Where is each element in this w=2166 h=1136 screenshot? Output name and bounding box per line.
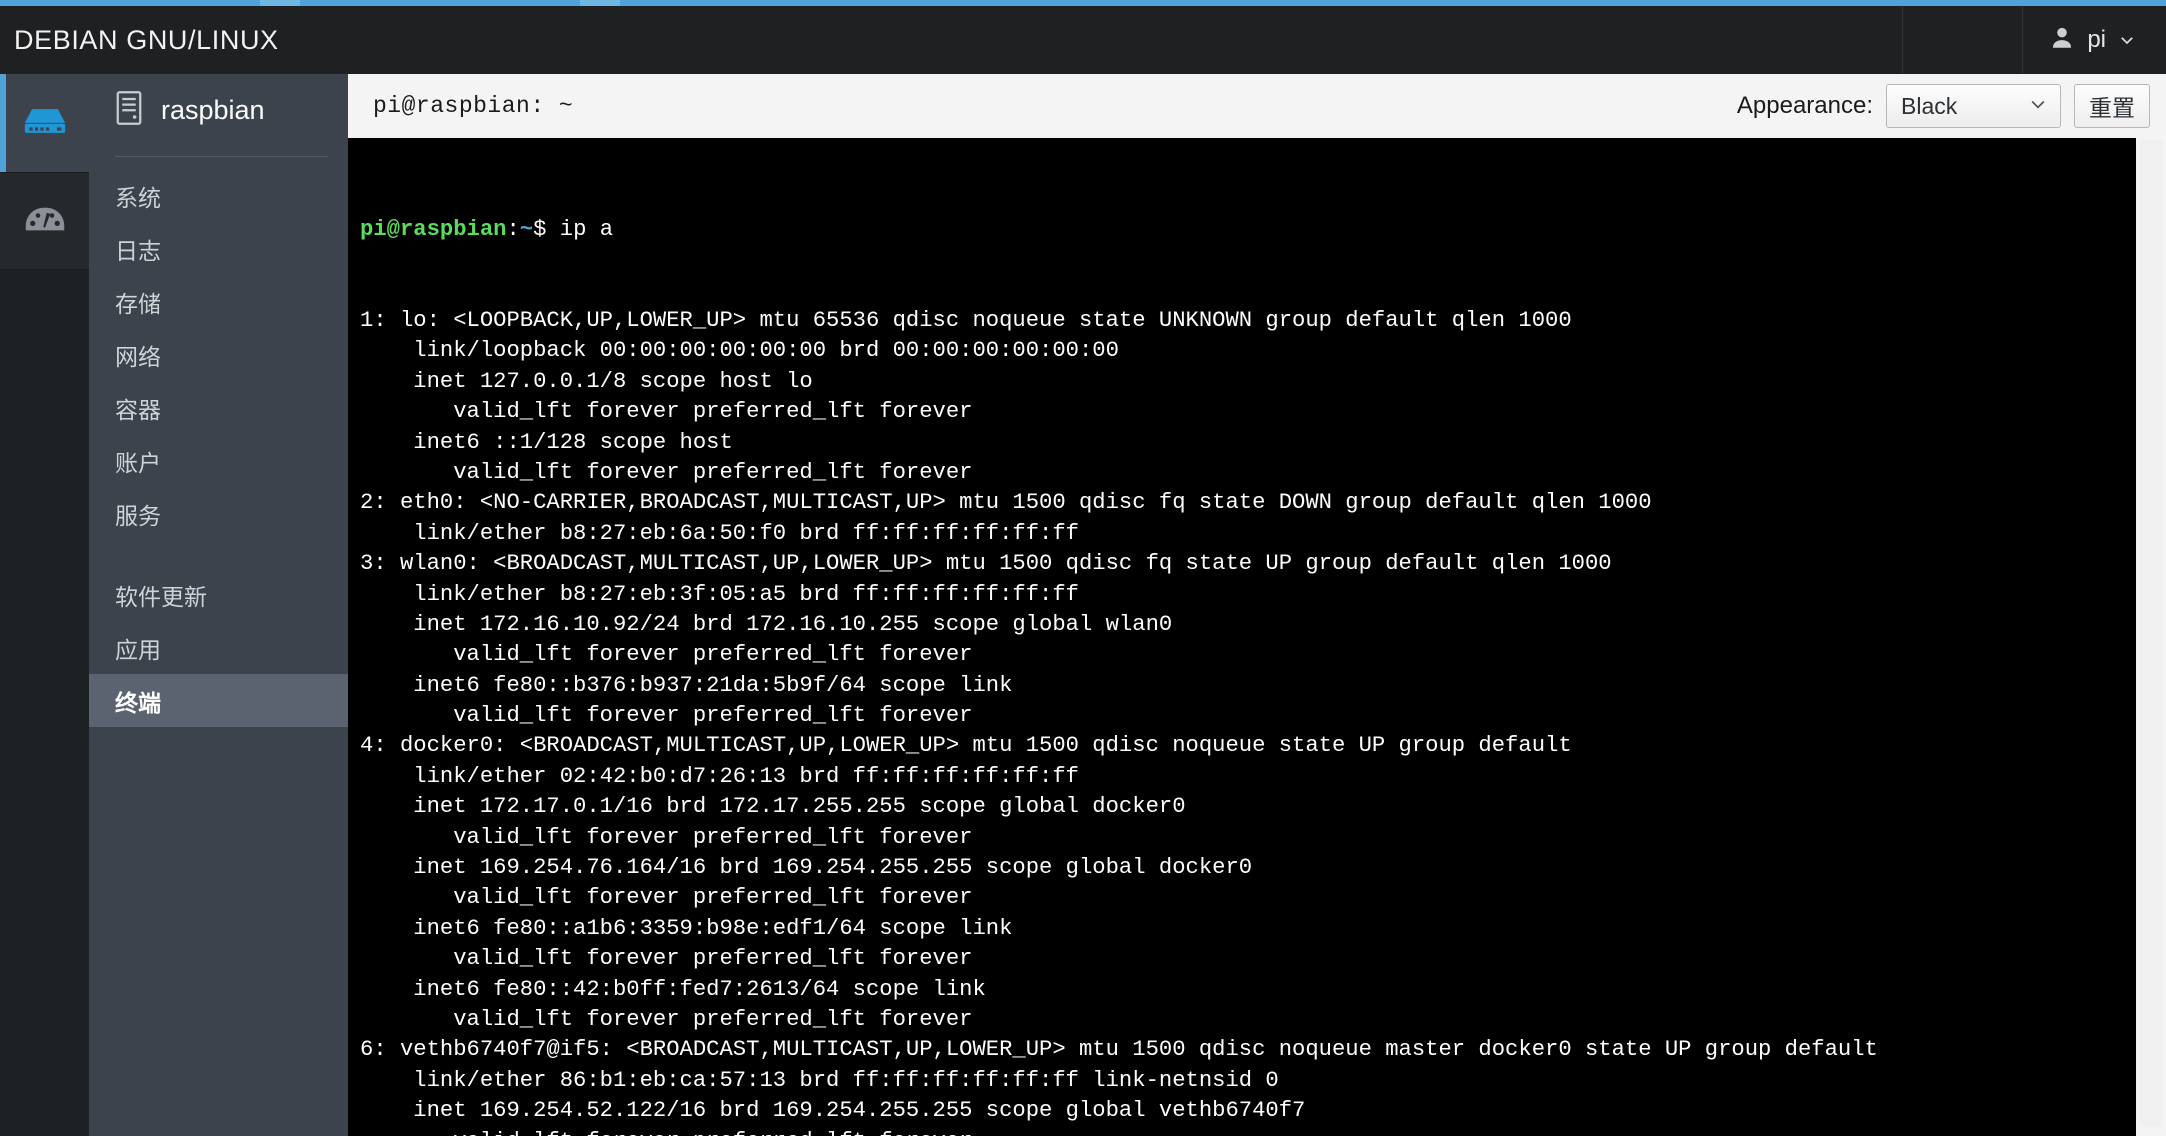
terminal-line: valid_lft forever preferred_lft forever xyxy=(360,459,973,485)
sidebar-nav: raspbian 系统 日志 存储 网络 容器 账户 服务 软件更新 应用 终端 xyxy=(89,74,348,1136)
sidebar-hostname-label: raspbian xyxy=(161,94,265,125)
terminal-line: inet6 fe80::a1b6:3359:b98e:edf1/64 scope… xyxy=(360,915,1013,941)
appearance-label: Appearance: xyxy=(1736,92,1873,119)
terminal-line: valid_lft forever preferred_lft forever xyxy=(360,1007,973,1032)
sidebar-host-header[interactable]: raspbian xyxy=(89,74,348,146)
terminal-line: link/ether b8:27:eb:3f:05:a5 brd ff:ff:f… xyxy=(360,581,1079,607)
dashboard-gauge-icon xyxy=(24,203,66,240)
sidebar-item-containers[interactable]: 容器 xyxy=(89,381,348,434)
sidebar-item-applications[interactable]: 应用 xyxy=(89,621,348,674)
masthead: DEBIAN GNU/LINUX pi xyxy=(0,6,2166,74)
reset-button[interactable]: 重置 xyxy=(2074,84,2150,128)
rail-empty-area xyxy=(0,270,89,1136)
sidebar-item-label: 账户 xyxy=(115,449,161,476)
terminal-line: inet6 fe80::b376:b937:21da:5b9f/64 scope… xyxy=(360,672,1013,698)
terminal-scrollbar[interactable] xyxy=(2136,138,2166,1136)
sidebar-item-terminal[interactable]: 终端 xyxy=(89,674,348,727)
chevron-down-icon xyxy=(2118,31,2136,49)
masthead-divider xyxy=(1902,6,2022,74)
sidebar-item-software-updates[interactable]: 软件更新 xyxy=(89,568,348,621)
prompt-user: pi@raspbian xyxy=(360,216,507,242)
main-content: pi@raspbian: ~ Appearance: Black 重置 pi@r… xyxy=(348,74,2166,1136)
brand-title: DEBIAN GNU/LINUX xyxy=(14,24,279,55)
user-menu-button[interactable]: pi xyxy=(2022,6,2166,74)
terminal-line: inet 169.254.76.164/16 brd 169.254.255.2… xyxy=(360,855,1253,881)
appearance-select[interactable]: Black xyxy=(1886,84,2061,128)
terminal-line: inet6 ::1/128 scope host xyxy=(360,429,733,455)
reset-button-label: 重置 xyxy=(2089,95,2135,121)
sidebar-item-storage[interactable]: 存储 xyxy=(89,275,348,328)
terminal-line: valid_lft forever preferred_lft forever xyxy=(360,703,973,729)
sidebar-item-label: 存储 xyxy=(115,290,161,317)
sidebar-item-label: 终端 xyxy=(115,689,161,716)
sidebar-item-label: 应用 xyxy=(115,636,161,663)
sidebar-item-services[interactable]: 服务 xyxy=(89,487,348,540)
appearance-selected-value: Black xyxy=(1901,92,1958,119)
sidebar-item-label: 服务 xyxy=(115,502,161,529)
terminal-line: valid_lft forever preferred_lft forever xyxy=(360,824,973,850)
terminal-line: valid_lft forever preferred_lft forever xyxy=(360,1127,1878,1136)
appearance-controls: Appearance: Black 重置 xyxy=(1737,84,2150,128)
active-indicator-stripe xyxy=(0,74,6,172)
terminal-line: inet 127.0.0.1/8 scope host lo xyxy=(360,368,813,394)
terminal-line: link/loopback 00:00:00:00:00:00 brd 00:0… xyxy=(360,338,1119,364)
terminal-line: 1: lo: <LOOPBACK,UP,LOWER_UP> mtu 65536 … xyxy=(360,308,1572,334)
prompt-sigil: $ xyxy=(533,216,547,242)
terminal-tab-title: pi@raspbian: ~ xyxy=(373,93,574,119)
sidebar-item-label: 软件更新 xyxy=(115,583,207,610)
sidebar-item-networking[interactable]: 网络 xyxy=(89,328,348,381)
terminal-toolbar: pi@raspbian: ~ Appearance: Black 重置 xyxy=(348,74,2166,138)
terminal-line: link/ether b8:27:eb:6a:50:f0 brd ff:ff:f… xyxy=(360,520,1079,546)
sidebar-item-label: 日志 xyxy=(115,237,161,264)
user-name-label: pi xyxy=(2087,26,2106,53)
sidebar-item-label: 系统 xyxy=(115,184,161,211)
terminal-output: pi@raspbian:~$ ip a 1: lo: <LOOPBACK,UP,… xyxy=(348,138,1878,1136)
terminal-line: inet 169.254.52.122/16 brd 169.254.255.2… xyxy=(360,1098,1306,1124)
sidebar-item-logs[interactable]: 日志 xyxy=(89,222,348,275)
terminal-line: valid_lft forever preferred_lft forever xyxy=(360,642,973,668)
sidebar-item-system[interactable]: 系统 xyxy=(89,169,348,222)
sidebar-item-accounts[interactable]: 账户 xyxy=(89,434,348,487)
terminal-prompt-line: pi@raspbian:~$ ip a xyxy=(360,215,1878,245)
prompt-colon: : xyxy=(506,216,520,242)
terminal-line: inet6 fe80::42:b0ff:fed7:2613/64 scope l… xyxy=(360,976,986,1002)
masthead-right-group: pi xyxy=(1902,6,2166,74)
server-host-icon xyxy=(23,105,67,142)
terminal-line: inet 172.16.10.92/24 brd 172.16.10.255 s… xyxy=(360,611,1173,637)
terminal-line: link/ether 86:b1:eb:ca:57:13 brd ff:ff:f… xyxy=(360,1067,1279,1093)
sidebar-item-label: 网络 xyxy=(115,343,161,370)
terminal-line: link/ether 02:42:b0:d7:26:13 brd ff:ff:f… xyxy=(360,763,1079,789)
user-icon xyxy=(2049,24,2075,57)
chevron-down-icon xyxy=(2028,97,2048,116)
terminal-line: 3: wlan0: <BROADCAST,MULTICAST,UP,LOWER_… xyxy=(360,551,1612,577)
terminal-line: valid_lft forever preferred_lft forever xyxy=(360,399,973,425)
terminal-line: valid_lft forever preferred_lft forever xyxy=(360,946,973,972)
sidebar-group-system: 系统 日志 存储 网络 容器 账户 服务 xyxy=(89,157,348,540)
terminal-line: 2: eth0: <NO-CARRIER,BROADCAST,MULTICAST… xyxy=(360,490,1652,516)
cockpit-window: DEBIAN GNU/LINUX pi raspbian 系统 日志 存储 网络… xyxy=(0,0,2166,1136)
rail-item-dashboard[interactable] xyxy=(0,172,89,270)
terminal-line: 4: docker0: <BROADCAST,MULTICAST,UP,LOWE… xyxy=(360,733,1572,759)
server-tower-icon xyxy=(115,90,143,131)
sidebar-item-label: 容器 xyxy=(115,396,161,423)
sidebar-group-tools: 软件更新 应用 终端 xyxy=(89,556,348,727)
icon-rail xyxy=(0,74,89,1136)
terminal-line: 6: vethb6740f7@if5: <BROADCAST,MULTICAST… xyxy=(360,1037,1878,1063)
terminal-line: inet 172.17.0.1/16 brd 172.17.255.255 sc… xyxy=(360,794,1186,820)
terminal-output-lines: 1: lo: <LOOPBACK,UP,LOWER_UP> mtu 65536 … xyxy=(360,306,1878,1136)
terminal-command: ip a xyxy=(546,216,614,242)
terminal-screen[interactable]: pi@raspbian:~$ ip a 1: lo: <LOOPBACK,UP,… xyxy=(348,138,2166,1136)
terminal-line: valid_lft forever preferred_lft forever xyxy=(360,885,973,911)
prompt-path: ~ xyxy=(519,216,534,242)
terminal-scrollbar-thumb[interactable] xyxy=(2140,140,2162,1126)
rail-item-host[interactable] xyxy=(0,74,89,172)
